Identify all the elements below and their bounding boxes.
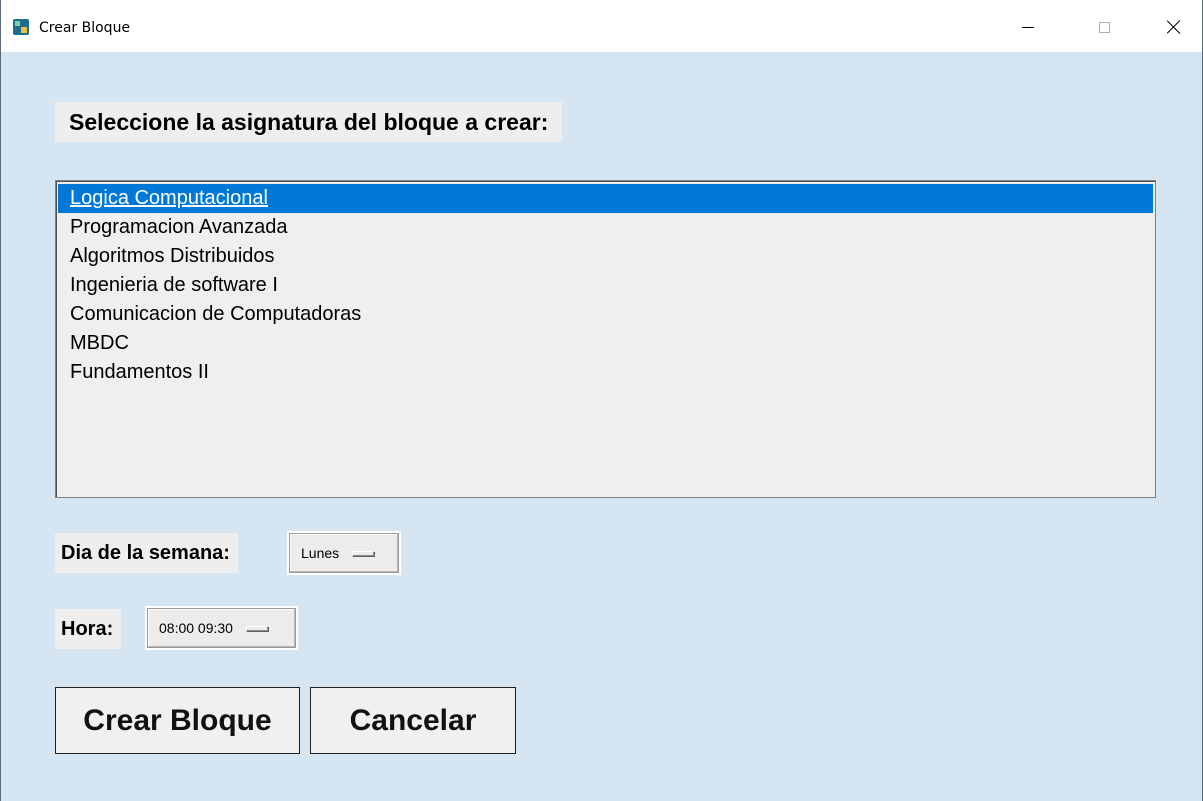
crear-bloque-window: Crear Bloque Seleccione la asignatura de… — [0, 0, 1203, 801]
hour-selected-value: 08:00 09:30 — [159, 620, 233, 636]
day-option-menu-face[interactable]: Lunes — [289, 533, 399, 573]
create-block-button[interactable]: Crear Bloque — [55, 687, 300, 754]
hour-option-menu-face[interactable]: 08:00 09:30 — [147, 608, 296, 648]
cancel-button[interactable]: Cancelar — [310, 687, 516, 754]
list-item[interactable]: MBDC — [56, 329, 1155, 358]
day-label: Dia de la semana: — [55, 533, 238, 573]
list-item[interactable]: Fundamentos II — [56, 358, 1155, 387]
close-icon — [1167, 20, 1181, 34]
title-bar[interactable]: Crear Bloque — [1, 0, 1202, 52]
option-menu-indicator-icon — [245, 625, 268, 631]
list-item[interactable]: Ingenieria de software I — [56, 271, 1155, 300]
option-menu-indicator-icon — [352, 550, 375, 556]
day-option-menu[interactable]: Lunes — [287, 531, 401, 575]
list-item[interactable]: Comunicacion de Computadoras — [56, 300, 1155, 329]
list-item[interactable]: Logica Computacional — [58, 184, 1153, 213]
day-selected-value: Lunes — [301, 545, 340, 561]
subject-prompt-label: Seleccione la asignatura del bloque a cr… — [55, 102, 563, 142]
list-item[interactable]: Programacion Avanzada — [56, 213, 1155, 242]
hour-label: Hora: — [55, 609, 122, 649]
minimize-button[interactable] — [1005, 10, 1051, 44]
maximize-button[interactable] — [1081, 10, 1127, 44]
hour-option-menu[interactable]: 08:00 09:30 — [145, 606, 298, 650]
close-button[interactable] — [1151, 10, 1197, 44]
app-icon — [13, 19, 29, 35]
minimize-icon — [1022, 26, 1034, 28]
window-title: Crear Bloque — [39, 20, 131, 36]
subject-listbox[interactable]: Logica Computacional Programacion Avanza… — [55, 180, 1156, 498]
list-item[interactable]: Algoritmos Distribuidos — [56, 242, 1155, 271]
maximize-icon — [1098, 21, 1110, 33]
